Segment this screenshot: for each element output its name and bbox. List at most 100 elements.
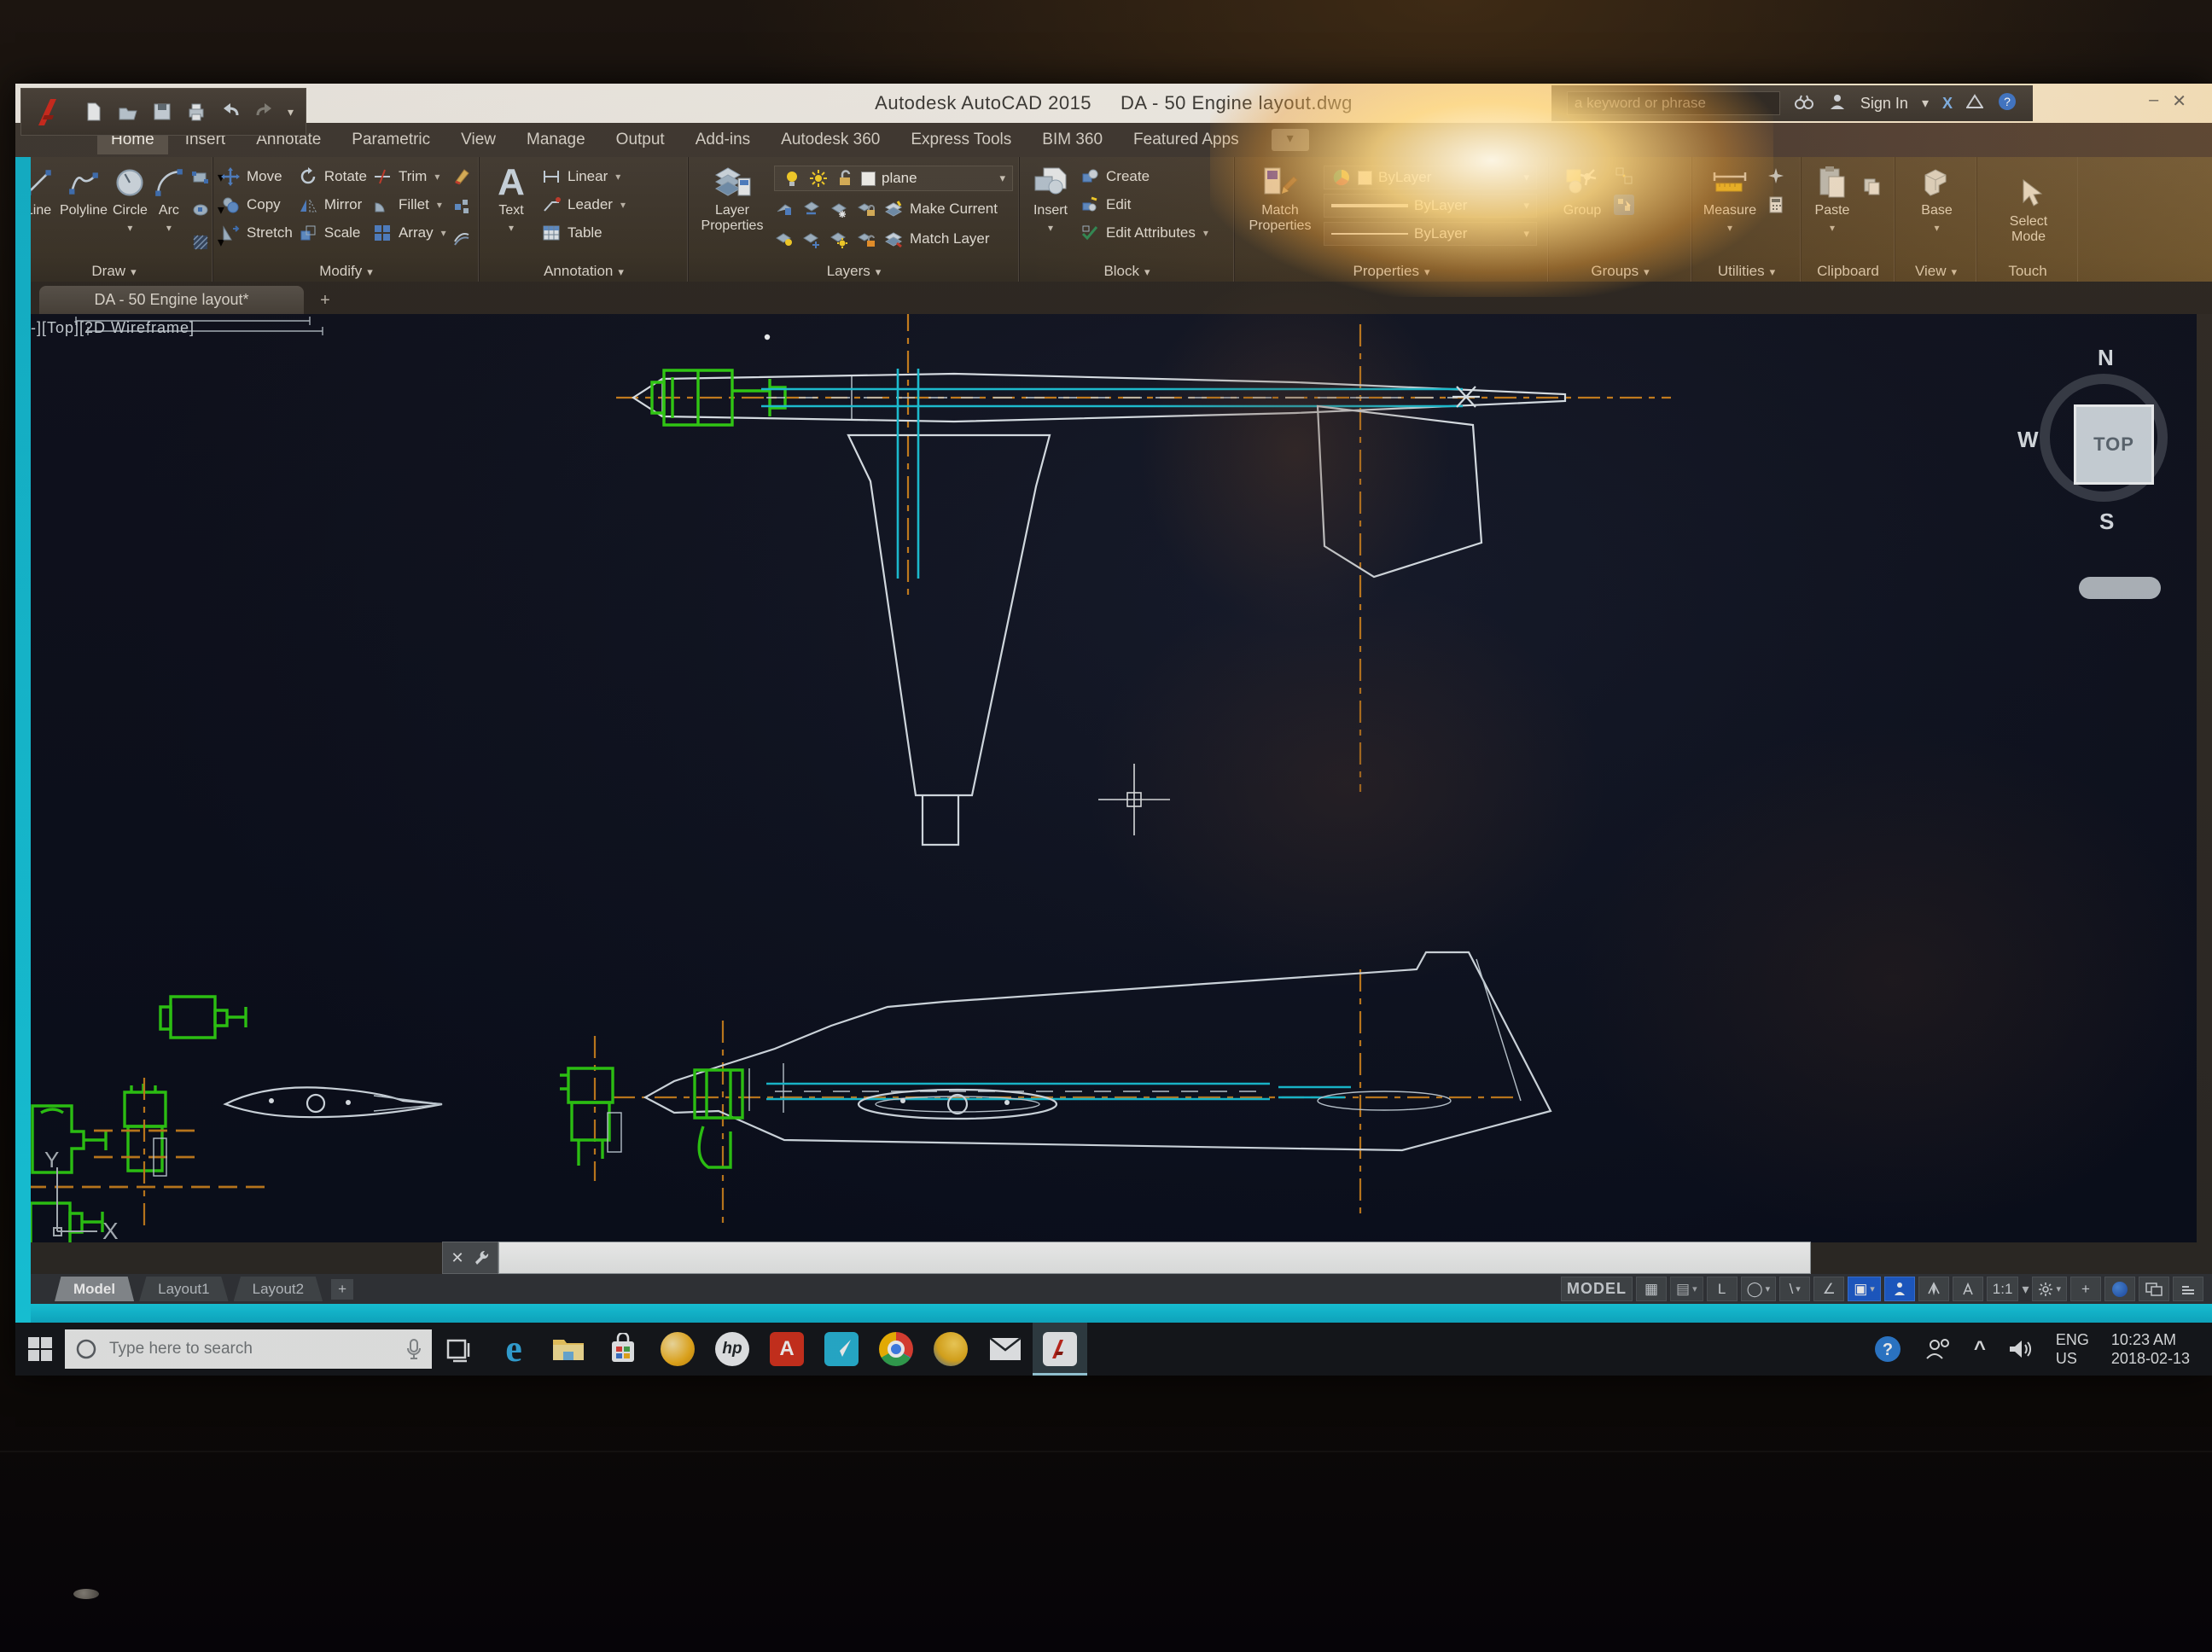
command-close-icon[interactable]: ✕ <box>451 1249 463 1267</box>
new-file-icon[interactable] <box>83 101 105 123</box>
viewcube-south[interactable]: S <box>2099 509 2114 535</box>
panel-label-touch[interactable]: Touch <box>1977 263 2078 280</box>
lineweight-toggle[interactable] <box>1884 1277 1915 1301</box>
layer-thaw-icon[interactable] <box>801 229 822 249</box>
leader-button[interactable]: Leader▾ <box>541 194 626 216</box>
hp-support-icon[interactable]: hp <box>705 1323 760 1376</box>
command-line-grip[interactable]: ✕ <box>442 1242 498 1274</box>
store-icon[interactable] <box>596 1323 650 1376</box>
panel-label-annotation[interactable]: Annotation▾ <box>480 263 688 280</box>
object-snap-tracking-toggle[interactable]: ∠ <box>1813 1277 1844 1301</box>
make-current-button[interactable]: Make Current <box>883 198 998 220</box>
tray-help-icon[interactable]: ? <box>1873 1335 1902 1364</box>
tab-featured-apps[interactable]: Featured Apps <box>1120 125 1253 154</box>
layer-off-icon[interactable] <box>774 199 795 219</box>
viewcube-top-face[interactable]: TOP <box>2074 404 2154 485</box>
layout-tab-model[interactable]: Model <box>55 1277 134 1301</box>
panel-label-draw[interactable]: Draw▾ <box>15 263 212 280</box>
base-button[interactable]: Base ▾ <box>1909 164 1965 256</box>
layer-select[interactable]: plane ▾ <box>774 166 1013 191</box>
qat-dropdown-icon[interactable]: ▾ <box>288 105 294 119</box>
sign-in-link[interactable]: Sign In <box>1860 95 1908 113</box>
copy-clip-icon[interactable] <box>1861 176 1882 196</box>
edit-attributes-button[interactable]: Edit Attributes▾ <box>1080 222 1208 244</box>
panel-label-layers[interactable]: Layers▾ <box>689 263 1019 280</box>
grid-toggle[interactable]: ▦ <box>1636 1277 1667 1301</box>
scale-button[interactable]: Scale <box>298 222 367 244</box>
adobe-reader-icon[interactable]: A <box>760 1323 814 1376</box>
paste-button[interactable]: Paste ▾ <box>1808 164 1856 256</box>
lineweight-select[interactable]: ByLayer▾ <box>1324 194 1537 218</box>
viewport-controls[interactable]: [-][Top][2D Wireframe] <box>26 319 195 337</box>
insert-button[interactable]: Insert ▾ <box>1027 164 1074 256</box>
rectangle-icon[interactable] <box>190 167 211 188</box>
ortho-toggle[interactable]: L <box>1707 1277 1738 1301</box>
edge-icon[interactable]: e <box>486 1323 541 1376</box>
document-tab-active[interactable]: DA - 50 Engine layout* <box>39 286 304 314</box>
tray-language[interactable]: ENGUS <box>2056 1330 2089 1368</box>
tray-overflow-chevron[interactable]: ^ <box>1974 1337 1986 1361</box>
layer-isolate-icon[interactable] <box>801 199 822 219</box>
command-input[interactable] <box>498 1242 1811 1274</box>
layout-tab-layout1[interactable]: Layout1 <box>139 1277 229 1301</box>
help-icon[interactable]: ? <box>1997 91 2017 116</box>
layer-lock-icon[interactable] <box>856 199 876 219</box>
layer-properties-button[interactable]: Layer Properties <box>696 164 769 256</box>
panel-label-clipboard[interactable]: Clipboard <box>1802 263 1895 280</box>
antivirus-icon[interactable] <box>650 1323 705 1376</box>
tray-clock[interactable]: 10:23 AM2018-02-13 <box>2111 1330 2190 1368</box>
workspace-gear-button[interactable]: ▾ <box>2032 1277 2067 1301</box>
exchange-apps-icon[interactable] <box>1966 94 1983 113</box>
annotation-visibility-toggle[interactable] <box>1918 1277 1949 1301</box>
file-explorer-icon[interactable] <box>541 1323 596 1376</box>
layout-tab-layout2[interactable]: Layout2 <box>234 1277 323 1301</box>
explode-icon[interactable] <box>451 196 472 217</box>
panel-label-properties[interactable]: Properties▾ <box>1235 263 1548 280</box>
tab-express-tools[interactable]: Express Tools <box>897 125 1025 154</box>
table-button[interactable]: Table <box>541 222 626 244</box>
customization-button[interactable] <box>2173 1277 2203 1301</box>
task-view-button[interactable] <box>432 1323 486 1376</box>
select-mode-button[interactable]: Select Mode <box>1994 164 2063 256</box>
ungroup-icon[interactable] <box>1614 166 1634 186</box>
viewcube[interactable]: N W S TOP <box>2029 348 2192 630</box>
isolate-objects-button[interactable]: + <box>2070 1277 2101 1301</box>
match-layer-button[interactable]: Match Layer <box>883 228 990 250</box>
taskbar-search-input[interactable] <box>108 1339 396 1359</box>
rotate-button[interactable]: Rotate <box>298 166 367 188</box>
measure-button[interactable]: Measure ▾ <box>1699 164 1761 256</box>
viewcube-wcs-menu[interactable] <box>2079 577 2161 599</box>
layer-unlock2-icon[interactable] <box>856 229 876 249</box>
new-drawing-tab-button[interactable]: + <box>314 292 336 311</box>
clean-screen-button[interactable] <box>2139 1277 2169 1301</box>
edit-block-button[interactable]: Edit <box>1080 194 1208 216</box>
tab-parametric[interactable]: Parametric <box>338 125 444 154</box>
stretch-button[interactable]: Stretch <box>220 222 293 244</box>
redo-icon[interactable] <box>253 101 276 123</box>
erase-icon[interactable] <box>451 166 472 186</box>
ellipse-icon[interactable] <box>190 200 211 220</box>
annotation-scale-select[interactable]: 1:1 <box>1987 1277 2019 1301</box>
a360-icon[interactable]: X <box>1942 95 1953 113</box>
graphics-performance-button[interactable] <box>2104 1277 2135 1301</box>
panel-label-modify[interactable]: Modify▾ <box>213 263 479 280</box>
snap-toggle[interactable]: ▤▾ <box>1670 1277 1703 1301</box>
move-button[interactable]: Move <box>220 166 293 188</box>
autocad-taskbar-icon[interactable] <box>1033 1323 1087 1376</box>
linetype-select[interactable]: ByLayer▾ <box>1324 222 1537 246</box>
arc-button[interactable]: Arc ▾ <box>153 164 185 256</box>
panel-label-utilities[interactable]: Utilities▾ <box>1692 263 1801 280</box>
quick-calc-icon[interactable] <box>1766 195 1786 215</box>
norton-icon[interactable] <box>923 1323 978 1376</box>
linear-dimension-button[interactable]: Linear▾ <box>541 166 626 188</box>
quick-select-icon[interactable] <box>1766 166 1786 186</box>
trim-button[interactable]: Trim▾ <box>372 166 446 188</box>
command-customize-wrench-icon[interactable] <box>473 1249 490 1266</box>
layer-freeze-icon[interactable] <box>829 199 849 219</box>
undo-icon[interactable] <box>219 101 242 123</box>
tab-manage[interactable]: Manage <box>513 125 599 154</box>
minimize-button[interactable]: – <box>2149 90 2158 112</box>
model-space-toggle[interactable]: MODEL <box>1561 1277 1633 1301</box>
taskbar-search[interactable] <box>65 1329 432 1369</box>
search-binoculars-icon[interactable] <box>1794 93 1814 114</box>
